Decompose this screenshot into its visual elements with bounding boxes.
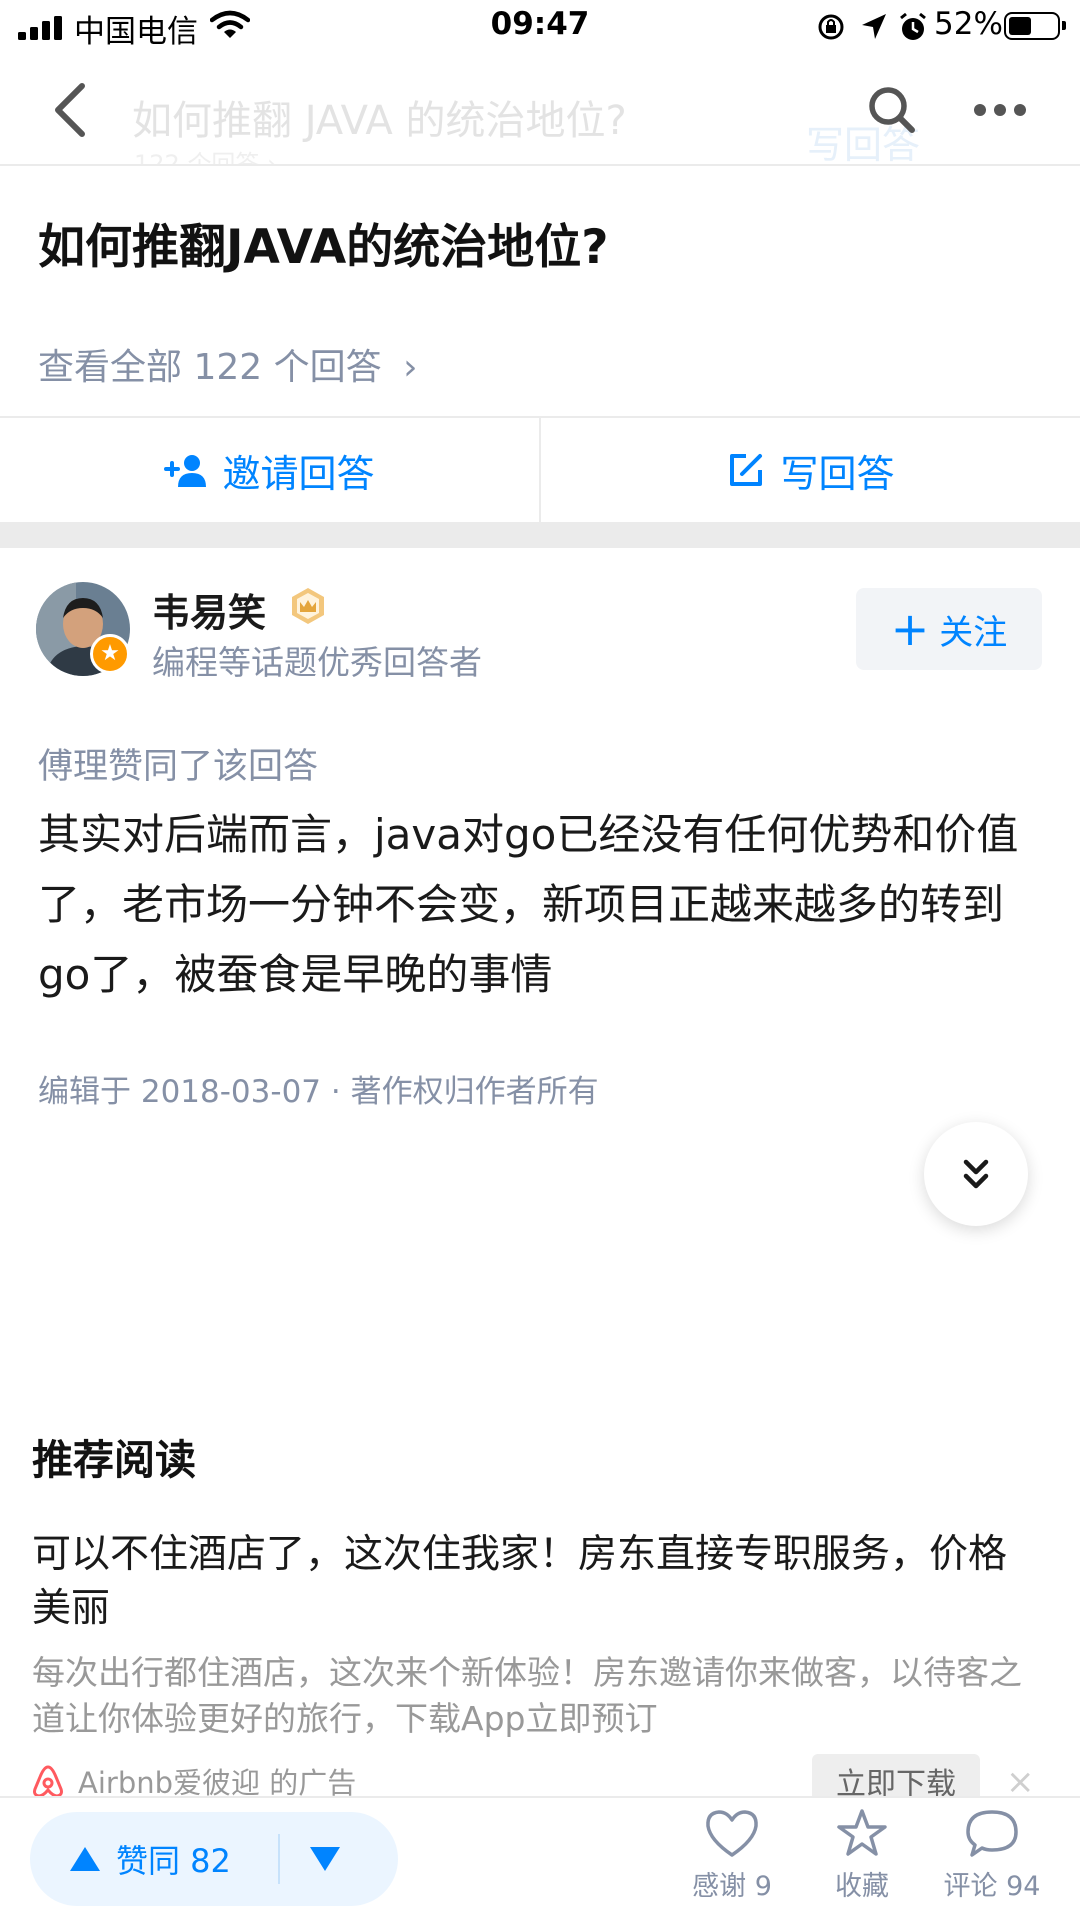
add-user-icon: [164, 455, 207, 487]
collect-button[interactable]: 收藏: [802, 1808, 922, 1903]
nav-bar: 如何推翻 JAVA 的统治地位? 122 个回答 › 写回答: [0, 54, 1080, 166]
answer-actions: 邀请回答 写回答: [0, 416, 1080, 522]
edit-info: 编辑于 2018-03-07 · 著作权归作者所有: [38, 1074, 599, 1110]
collect-label: 收藏: [835, 1871, 889, 1902]
triangle-down-icon: [310, 1847, 340, 1871]
upvote-label: 赞同 82: [116, 1842, 231, 1880]
thanks-label: 感谢 9: [692, 1871, 772, 1902]
write-answer-button[interactable]: 写回答: [541, 418, 1080, 522]
battery-icon: [1004, 12, 1066, 40]
expand-button[interactable]: [924, 1122, 1028, 1226]
upvote-button[interactable]: 赞同 82: [68, 1812, 231, 1906]
battery-percent: 52%: [934, 6, 1003, 42]
ghost-subtitle: 122 个回答 ›: [134, 150, 277, 166]
rotation-lock-icon: [818, 14, 844, 40]
excellent-answerer-badge-icon: ★: [90, 634, 130, 674]
answer-content: 其实对后端而言，java对go已经没有任何优势和价值了，老市场一分钟不会变，新项…: [38, 810, 1019, 999]
view-all-answers-link[interactable]: 查看全部 122 个回答 ›: [38, 338, 417, 390]
question-title[interactable]: 如何推翻JAVA的统治地位?: [38, 208, 609, 277]
comment-label: 评论 94: [943, 1871, 1041, 1902]
recommend-section-title: 推荐阅读: [32, 1436, 196, 1484]
invite-answer-button[interactable]: 邀请回答: [0, 418, 539, 522]
alarm-icon: [900, 12, 926, 40]
write-answer-label: 写回答: [780, 451, 895, 496]
follow-label: 关注: [939, 612, 1008, 653]
heart-icon: [706, 1810, 758, 1857]
airbnb-logo-icon: [33, 1765, 63, 1798]
vote-control: 赞同 82: [30, 1812, 398, 1906]
location-icon: [862, 14, 886, 39]
ghost-title: 如何推翻 JAVA 的统治地位?: [132, 98, 627, 144]
view-all-label: 查看全部 122 个回答: [38, 347, 382, 388]
ad-title[interactable]: 可以不住酒店了，这次住我家！房东直接专职服务，价格美丽: [32, 1528, 1042, 1636]
bottom-action-bar: 赞同 82 感谢 9 收藏 评论 94: [0, 1796, 1080, 1920]
crown-badge-icon: [292, 588, 324, 624]
author-description: 编程等话题优秀回答者: [152, 643, 482, 682]
plus-icon: +: [890, 602, 930, 656]
edit-icon: [730, 454, 763, 486]
section-separator: [0, 522, 1080, 548]
divider: [278, 1834, 280, 1884]
voter-note: 傅理赞同了该回答: [38, 747, 319, 787]
invite-answer-label: 邀请回答: [222, 451, 375, 496]
author-name[interactable]: 韦易笑: [152, 582, 266, 637]
star-icon: [837, 1809, 887, 1856]
ad-body[interactable]: 每次出行都住酒店，这次来个新体验！房东邀请你来做客，以待客之道让你体验更好的旅行…: [32, 1650, 1052, 1742]
back-icon[interactable]: [48, 82, 92, 138]
downvote-button[interactable]: [308, 1812, 342, 1906]
triangle-up-icon: [70, 1847, 100, 1871]
status-bar: 中国电信 09:47 52%: [0, 0, 1080, 54]
chevron-right-icon: ›: [403, 347, 418, 388]
comment-icon: [966, 1810, 1018, 1857]
thanks-button[interactable]: 感谢 9: [672, 1808, 792, 1903]
follow-button[interactable]: + 关注: [856, 588, 1042, 670]
comment-button[interactable]: 评论 94: [932, 1808, 1052, 1903]
more-icon[interactable]: [972, 100, 1028, 120]
double-chevron-down-icon: [963, 1159, 989, 1189]
search-icon[interactable]: [866, 84, 918, 136]
